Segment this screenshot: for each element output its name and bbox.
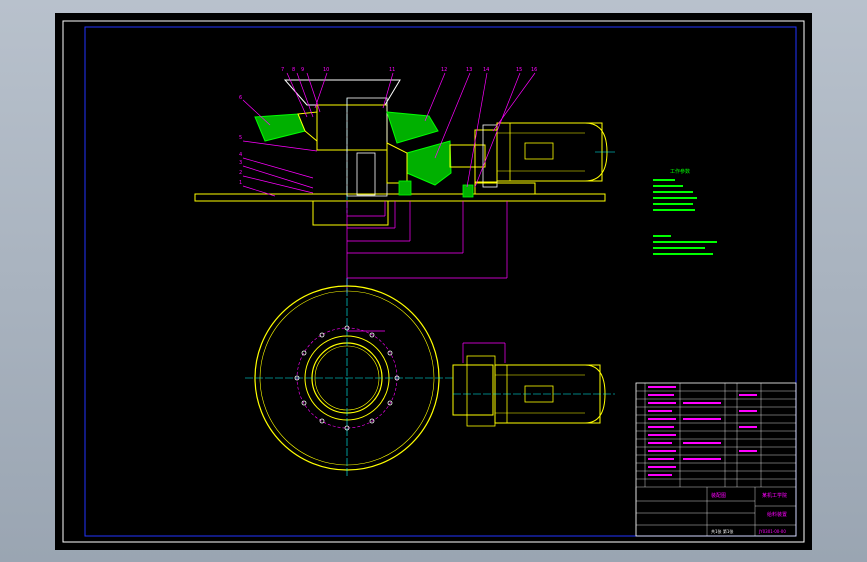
top-view — [245, 278, 615, 478]
svg-text:10: 10 — [323, 67, 329, 73]
section-view: 7 89 10 11 12 13 14 15 16 6 5 4 3 2 1 — [194, 67, 615, 293]
outer-frame — [62, 20, 805, 543]
gear-hatch — [406, 140, 452, 186]
svg-text:3: 3 — [239, 160, 242, 166]
svg-text:2: 2 — [239, 170, 242, 176]
svg-text:13: 13 — [466, 67, 472, 73]
svg-text:11: 11 — [389, 67, 395, 73]
svg-text:15: 15 — [516, 67, 522, 73]
right-disc-hatch — [386, 111, 439, 144]
svg-text:8: 8 — [292, 67, 295, 73]
company-name: 某机工学院 — [762, 492, 787, 499]
svg-text:16: 16 — [531, 67, 537, 73]
drawing-canvas[interactable]: 7 89 10 11 12 13 14 15 16 6 5 4 3 2 1 工作参数 装配… — [55, 13, 812, 550]
tech-notes: 工作参数 — [653, 168, 717, 255]
sheet-info: 共1张 第1张 — [711, 528, 733, 534]
svg-text:12: 12 — [441, 67, 447, 73]
motor-body — [496, 122, 603, 182]
specs-title: 工作参数 — [670, 168, 690, 175]
svg-text:5: 5 — [239, 135, 242, 141]
svg-text:14: 14 — [483, 67, 489, 73]
svg-text:1: 1 — [239, 180, 242, 186]
feed-tube — [316, 104, 388, 151]
svg-text:9: 9 — [301, 67, 304, 73]
center-column — [346, 97, 388, 197]
hopper — [283, 79, 401, 106]
drive-shaft — [449, 144, 486, 168]
drawing-title: 给料装置 — [767, 511, 787, 518]
svg-text:4: 4 — [239, 152, 242, 158]
assembly-drawing: 7 89 10 11 12 13 14 15 16 6 5 4 3 2 1 工作参数 装配… — [62, 20, 805, 543]
lower-housing — [312, 200, 389, 226]
svg-text:6: 6 — [239, 95, 242, 101]
drawing-number: JY0301-00-00 — [758, 529, 786, 534]
svg-text:7: 7 — [281, 67, 284, 73]
dimension-lines — [346, 201, 508, 293]
drawing-type: 装配图 — [711, 492, 726, 499]
title-block: 装配图 某机工学院 给料装置 JY0301-00-00 共1张 第1张 — [635, 382, 797, 537]
